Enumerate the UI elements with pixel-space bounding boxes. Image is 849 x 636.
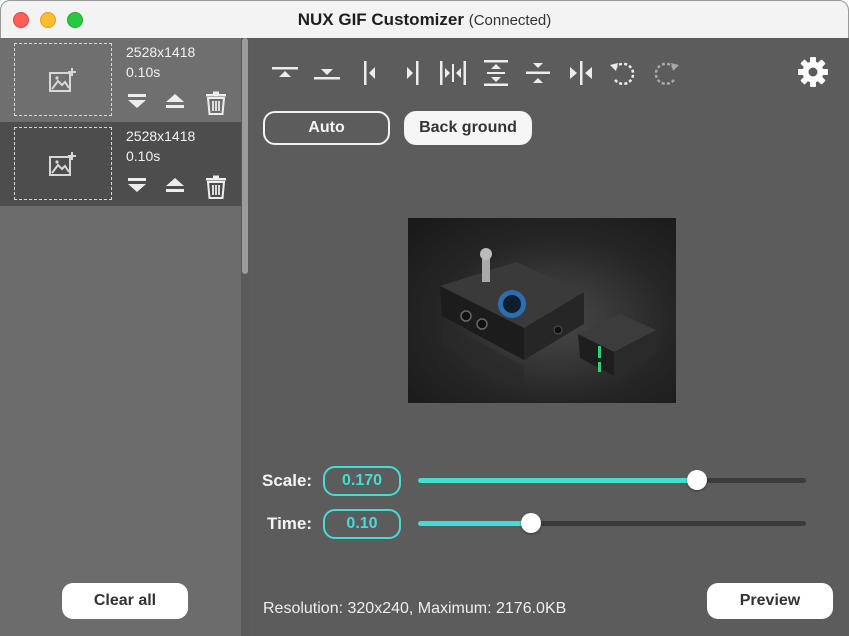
scale-value-field[interactable]: 0.170 <box>323 466 401 496</box>
time-value-field[interactable]: 0.10 <box>323 509 401 539</box>
app-name: NUX GIF Customizer <box>297 10 464 29</box>
scale-label: Scale: <box>262 471 313 490</box>
frame-list-item[interactable]: 2528x1418 0.10s <box>0 122 241 206</box>
center-vertical-icon[interactable] <box>523 58 553 88</box>
stretch-vertical-icon[interactable] <box>481 58 511 88</box>
move-up-icon[interactable] <box>164 175 186 195</box>
align-left-icon[interactable] <box>355 58 385 88</box>
frame-thumbnail-placeholder[interactable] <box>14 127 112 200</box>
add-image-icon <box>49 152 76 176</box>
rotate-right-icon[interactable] <box>651 58 681 88</box>
trash-icon[interactable] <box>204 175 228 199</box>
product-photo <box>440 248 656 388</box>
gear-icon[interactable] <box>797 56 829 88</box>
rotate-left-icon[interactable] <box>608 58 638 88</box>
sidebar-scrollbar-thumb[interactable] <box>242 38 248 274</box>
frame-list-item[interactable]: 2528x1418 0.10s <box>0 38 241 122</box>
move-down-icon[interactable] <box>126 175 148 195</box>
frame-preview-image <box>408 218 676 403</box>
frame-resolution: 2528x1418 <box>126 44 196 60</box>
align-bottom-icon[interactable] <box>312 58 342 88</box>
scale-slider-fill <box>418 478 698 483</box>
add-image-icon <box>49 68 76 92</box>
frame-resolution: 2528x1418 <box>126 128 196 144</box>
flip-horizontal-icon[interactable] <box>566 58 596 88</box>
clear-all-button[interactable]: Clear all <box>62 583 188 619</box>
time-slider-fill <box>418 521 531 526</box>
title-bar: NUX GIF Customizer (Connected) <box>1 1 848 39</box>
auto-button[interactable]: Auto <box>263 111 390 145</box>
frame-duration: 0.10s <box>126 148 161 164</box>
trash-icon[interactable] <box>204 91 228 115</box>
move-up-icon[interactable] <box>164 91 186 111</box>
resolution-status: Resolution: 320x240, Maximum: 2176.0KB <box>263 600 567 617</box>
time-slider[interactable] <box>418 513 806 533</box>
time-slider-handle[interactable] <box>520 513 541 533</box>
center-horizontal-icon[interactable] <box>438 58 468 88</box>
window-title: NUX GIF Customizer (Connected) <box>1 10 848 30</box>
align-right-icon[interactable] <box>397 58 427 88</box>
frame-thumbnail-placeholder[interactable] <box>14 43 112 116</box>
scale-slider[interactable] <box>418 470 806 490</box>
background-button[interactable]: Back ground <box>404 111 532 145</box>
move-down-icon[interactable] <box>126 91 148 111</box>
align-top-icon[interactable] <box>270 58 300 88</box>
time-label: Time: <box>267 514 313 533</box>
connection-status: (Connected) <box>468 12 552 29</box>
frame-duration: 0.10s <box>126 64 161 80</box>
preview-button[interactable]: Preview <box>707 583 833 619</box>
